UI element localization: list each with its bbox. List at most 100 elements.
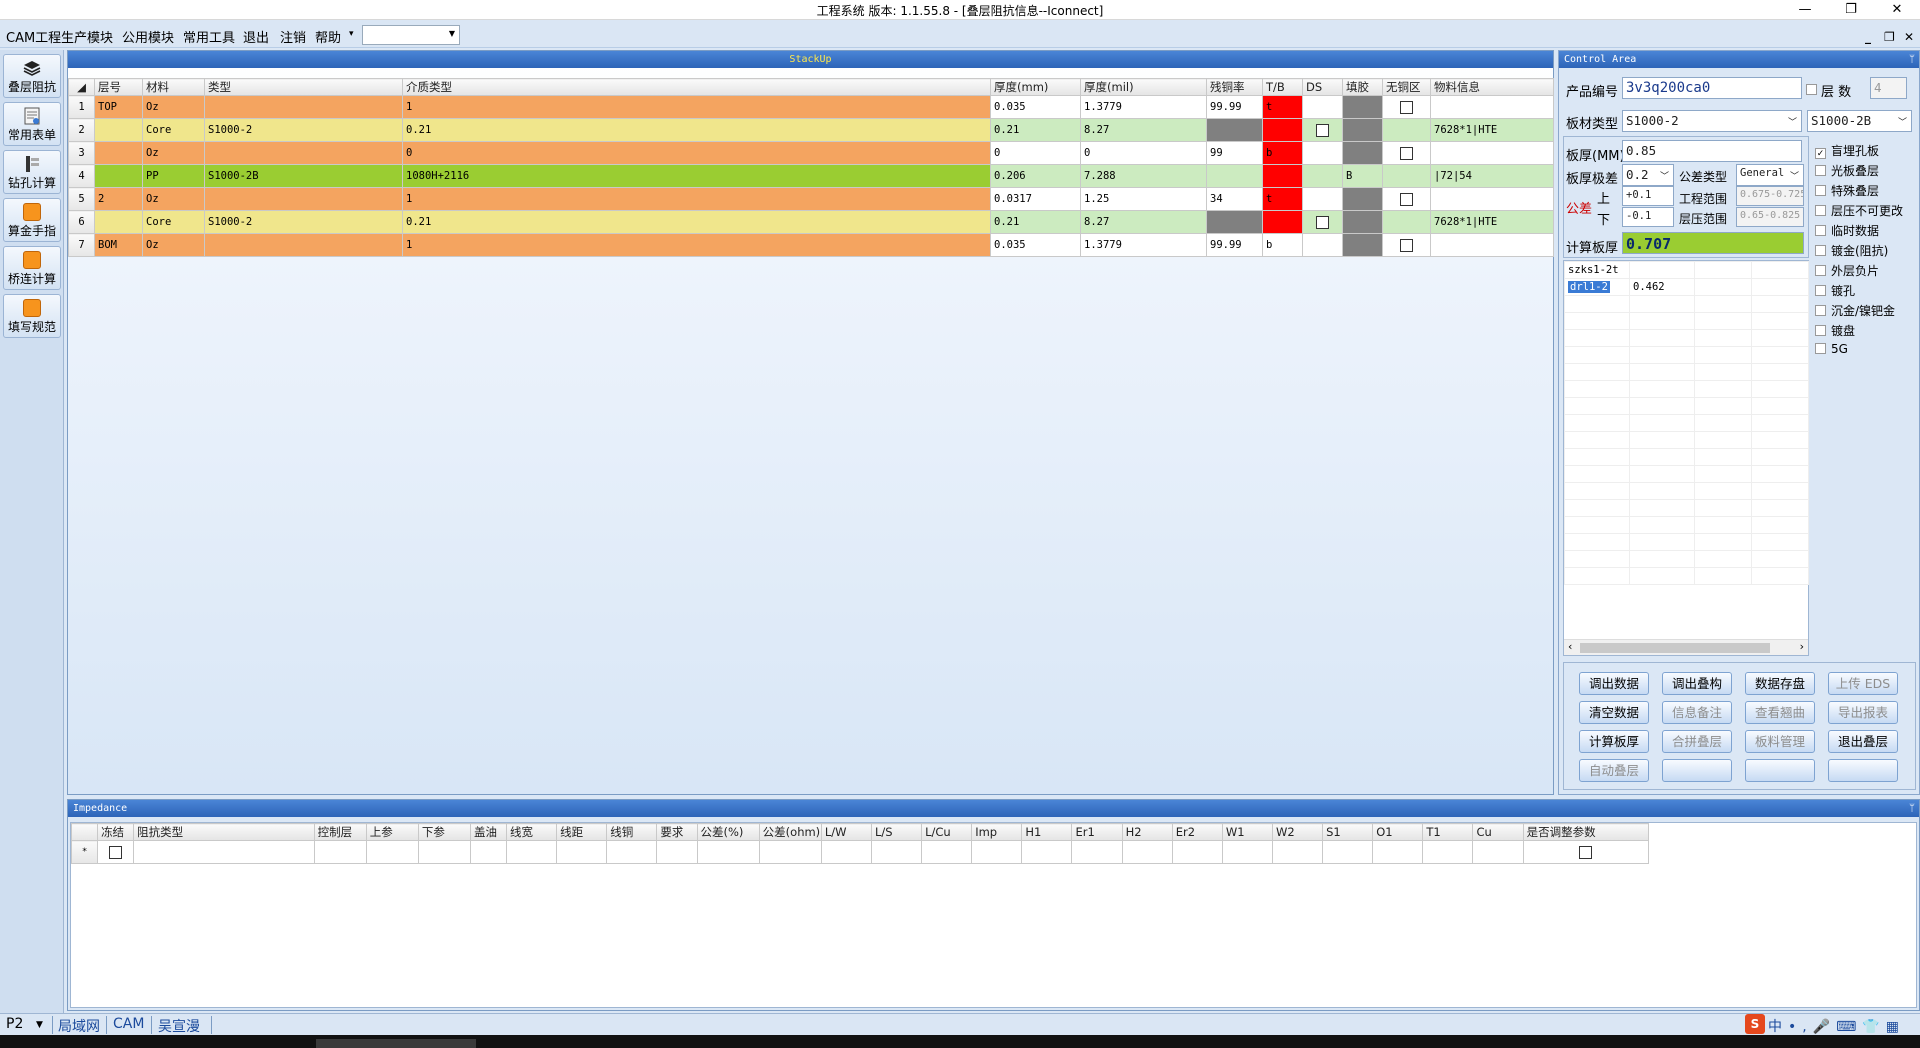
tol-up-input[interactable]: +0.1: [1622, 186, 1674, 206]
cell-fill[interactable]: [1342, 210, 1383, 234]
impedance-col-header[interactable]: L/Cu: [921, 823, 973, 841]
action-button[interactable]: 导出报表: [1828, 701, 1898, 724]
cell-layer[interactable]: [94, 141, 143, 165]
cell-mat[interactable]: Oz: [142, 141, 205, 165]
impedance-col-header[interactable]: Cu: [1472, 823, 1524, 841]
cell-fill[interactable]: [1342, 118, 1383, 142]
cell-mil[interactable]: 1.3779: [1080, 95, 1207, 119]
impedance-cell[interactable]: [1522, 840, 1650, 864]
checkbox[interactable]: [1400, 192, 1413, 206]
cell-mm[interactable]: 0.206: [990, 164, 1081, 188]
cell-residual-cu[interactable]: 99: [1206, 141, 1263, 165]
stackup-col-header[interactable]: 类型: [204, 78, 403, 96]
stackup-col-header[interactable]: 厚度(mil): [1080, 78, 1207, 96]
cell-diel[interactable]: 1080H+2116: [402, 164, 991, 188]
cell-mat[interactable]: Core: [142, 118, 205, 142]
impedance-col-header[interactable]: 线距: [556, 823, 608, 841]
impedance-col-header[interactable]: 是否调整参数: [1522, 823, 1650, 841]
impedance-cell[interactable]: [971, 840, 1023, 864]
cell-layer[interactable]: [94, 164, 143, 188]
scroll-thumb[interactable]: [1580, 643, 1770, 653]
mdi-minimize-button[interactable]: _: [1865, 30, 1871, 44]
stackup-col-header[interactable]: 无铜区: [1382, 78, 1431, 96]
impedance-cell[interactable]: [97, 840, 135, 864]
impedance-cell[interactable]: [1422, 840, 1474, 864]
table-row[interactable]: 4 PP S1000-2B 1080H+2116 0.206 7.288 B |72|54: [68, 164, 1554, 188]
cell-diel[interactable]: 0: [402, 141, 991, 165]
action-button[interactable]: 合拼叠层: [1662, 730, 1732, 753]
cell-ds[interactable]: [1302, 141, 1343, 165]
cell-material-info[interactable]: [1430, 95, 1554, 119]
impedance-col-header[interactable]: Er2: [1171, 823, 1223, 841]
table-row[interactable]: 1 TOP Oz 1 0.035 1.3779 99.99 t: [68, 95, 1554, 119]
pin-icon[interactable]: ᛘ: [1909, 800, 1915, 817]
cell-no-copper[interactable]: [1382, 141, 1431, 165]
chevron-down-icon[interactable]: ▼: [36, 1020, 43, 1030]
tol-down-input[interactable]: -0.1: [1622, 207, 1674, 227]
cell-mil[interactable]: 7.288: [1080, 164, 1207, 188]
cell-tb[interactable]: [1262, 118, 1303, 142]
impedance-col-header[interactable]: O1: [1372, 823, 1424, 841]
menu-logout[interactable]: 注销: [280, 27, 306, 46]
impedance-col-header[interactable]: W2: [1271, 823, 1324, 841]
cell-ds[interactable]: [1302, 233, 1343, 257]
cell-tb[interactable]: t: [1262, 187, 1303, 211]
impedance-col-header[interactable]: T1: [1422, 823, 1474, 841]
stackup-col-header[interactable]: 填胶: [1342, 78, 1383, 96]
cell-mm[interactable]: 0.21: [990, 210, 1081, 234]
action-button[interactable]: 退出叠层: [1828, 730, 1898, 753]
table-row[interactable]: 2 Core S1000-2 0.21 0.21 8.27 7628*1|HTE: [68, 118, 1554, 142]
impedance-col-header[interactable]: 线宽: [506, 823, 558, 841]
stackup-col-header[interactable]: 介质类型: [402, 78, 991, 96]
impedance-cell[interactable]: [1071, 840, 1123, 864]
stackup-col-header[interactable]: 材料: [142, 78, 205, 96]
impedance-col-header[interactable]: 要求: [656, 823, 698, 841]
cell-mil[interactable]: 8.27: [1080, 118, 1207, 142]
option-checkbox[interactable]: 镀孔: [1815, 282, 1855, 299]
cell-mat[interactable]: Core: [142, 210, 205, 234]
cell-no-copper[interactable]: [1382, 118, 1431, 142]
option-checkbox[interactable]: 5G: [1815, 342, 1848, 356]
list-item-name[interactable]: drl1-2: [1564, 278, 1630, 296]
impedance-cell[interactable]: [656, 840, 698, 864]
impedance-cell[interactable]: [556, 840, 608, 864]
cell-mil[interactable]: 0: [1080, 141, 1207, 165]
cell-no-copper[interactable]: [1382, 187, 1431, 211]
cell-fill[interactable]: [1342, 187, 1383, 211]
cell-diel[interactable]: 1: [402, 233, 991, 257]
cell-tb[interactable]: [1262, 164, 1303, 188]
status-p2[interactable]: P2: [6, 1016, 23, 1032]
checkbox[interactable]: [1400, 100, 1413, 114]
row-number[interactable]: 5: [68, 187, 95, 211]
cell-mil[interactable]: 1.3779: [1080, 233, 1207, 257]
restore-button[interactable]: ❐: [1828, 0, 1874, 20]
horizontal-scrollbar[interactable]: ‹ ›: [1564, 639, 1808, 655]
list-item[interactable]: drl1-2 0.462: [1564, 278, 1809, 296]
impedance-cell[interactable]: [921, 840, 973, 864]
cell-type[interactable]: S1000-2: [204, 210, 403, 234]
row-number[interactable]: 6: [68, 210, 95, 234]
action-button[interactable]: 自动叠层: [1579, 759, 1649, 782]
impedance-cell[interactable]: [506, 840, 558, 864]
checkbox[interactable]: [109, 845, 123, 859]
checkbox[interactable]: [1316, 123, 1329, 137]
cell-type[interactable]: [204, 95, 403, 119]
impedance-col-header[interactable]: Er1: [1071, 823, 1123, 841]
close-button[interactable]: ✕: [1874, 0, 1920, 20]
cell-mm[interactable]: 0.21: [990, 118, 1081, 142]
scroll-left-icon[interactable]: ‹: [1568, 640, 1572, 653]
impedance-cell[interactable]: [1221, 840, 1273, 864]
action-button[interactable]: 计算板厚: [1579, 730, 1649, 753]
menu-production[interactable]: 生产模块: [61, 27, 113, 46]
action-button[interactable]: 清空数据: [1579, 701, 1649, 724]
option-checkbox[interactable]: 外层负片: [1815, 262, 1879, 279]
cell-mm[interactable]: 0.035: [990, 95, 1081, 119]
grid-corner[interactable]: [70, 823, 99, 841]
cell-material-info[interactable]: [1430, 187, 1554, 211]
tool-fill-spec[interactable]: 填写规范: [3, 294, 61, 338]
tool-gold-finger[interactable]: 算金手指: [3, 198, 61, 242]
impedance-cell[interactable]: [133, 840, 315, 864]
table-row[interactable]: 5 2 Oz 1 0.0317 1.25 34 t: [68, 187, 1554, 211]
menu-exit[interactable]: 退出: [243, 27, 269, 46]
impedance-cell[interactable]: [1171, 840, 1223, 864]
